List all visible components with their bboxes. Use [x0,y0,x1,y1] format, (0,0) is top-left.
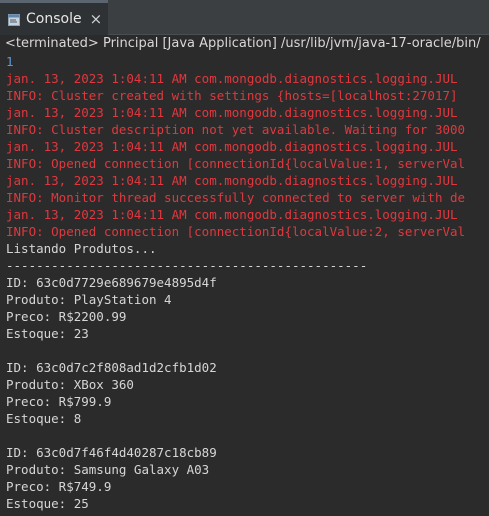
process-status-line: <terminated> Principal [Java Application… [5,36,481,51]
console-line: Produto: PlayStation 4 [6,292,172,307]
console-line: INFO: Cluster created with settings {hos… [6,88,458,103]
tab-bar: Console × [0,0,489,35]
console-line: jan. 13, 2023 1:04:11 AM com.mongodb.dia… [6,207,458,222]
console-line: Estoque: 23 [6,326,89,341]
console-line: jan. 13, 2023 1:04:11 AM com.mongodb.dia… [6,71,458,86]
console-line: Produto: XBox 360 [6,377,134,392]
console-line: ID: 63c0d7729e689679e4895d4f [6,275,217,290]
console-line: INFO: Opened connection [connectionId{lo… [6,156,466,171]
console-line: INFO: Monitor thread successfully connec… [6,190,466,205]
tab-console[interactable]: Console × [0,0,108,35]
console-view: Console × <terminated> Principal [Java A… [0,0,489,516]
console-line: Produto: Samsung Galaxy A03 [6,462,210,477]
console-line: ID: 63c0d7c2f808ad1d2cfb1d02 [6,360,217,375]
console-line: Preco: R$2200.99 [6,309,127,324]
tab-label: Console [26,11,82,27]
console-line: Listando Produtos... [6,241,157,256]
console-icon [8,13,20,26]
console-line: Estoque: 8 [6,411,82,426]
console-line: 1 [6,54,14,69]
console-line: jan. 13, 2023 1:04:11 AM com.mongodb.dia… [6,173,458,188]
console-line: jan. 13, 2023 1:04:11 AM com.mongodb.dia… [6,105,458,120]
console-line: Preco: R$799.9 [6,394,112,409]
console-output[interactable]: 1 jan. 13, 2023 1:04:11 AM com.mongodb.di… [0,53,489,516]
console-line: INFO: Cluster description not yet availa… [6,122,466,137]
console-line: INFO: Opened connection [connectionId{lo… [6,224,466,239]
console-line: jan. 13, 2023 1:04:11 AM com.mongodb.dia… [6,139,458,154]
console-line: ----------------------------------------… [6,258,368,273]
console-line: Estoque: 25 [6,496,89,511]
console-line: ID: 63c0d7f46f4d40287c18cb89 [6,445,217,460]
console-line: Preco: R$749.9 [6,479,112,494]
close-icon[interactable]: × [90,10,103,28]
